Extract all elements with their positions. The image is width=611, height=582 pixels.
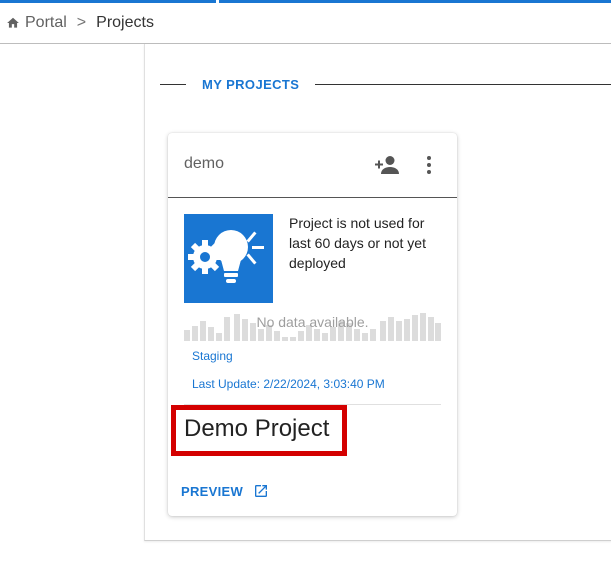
breadcrumb-separator: > (76, 14, 87, 31)
section-rule-left (160, 83, 186, 85)
highlight-annotation (171, 405, 347, 456)
last-update-text: Last Update: 2/22/2024, 3:03:40 PM (192, 377, 385, 391)
lightbulb-gear-icon (184, 214, 273, 303)
open-in-new-icon (255, 485, 268, 497)
no-data-label: No data available. (256, 314, 369, 330)
status-message: Project is not used for last 60 days or … (289, 215, 426, 271)
card-header: demo (168, 133, 457, 198)
home-icon[interactable] (6, 16, 20, 30)
environment-label[interactable]: Staging (192, 349, 233, 363)
section-header: MY PROJECTS (160, 76, 611, 92)
section-title: MY PROJECTS (202, 76, 300, 92)
breadcrumb-current: Projects (96, 14, 154, 31)
card-name: demo (184, 155, 225, 172)
more-vert-icon[interactable] (420, 153, 438, 177)
preview-label: PREVIEW (181, 483, 244, 499)
person-add-icon[interactable] (375, 154, 401, 176)
preview-button[interactable]: PREVIEW (181, 483, 269, 499)
breadcrumb: Portal > Projects (0, 3, 611, 43)
section-rule-right (315, 83, 611, 85)
project-card[interactable]: demo Project is not used for last 60 day… (168, 133, 457, 516)
breadcrumb-portal[interactable]: Portal (25, 14, 67, 32)
